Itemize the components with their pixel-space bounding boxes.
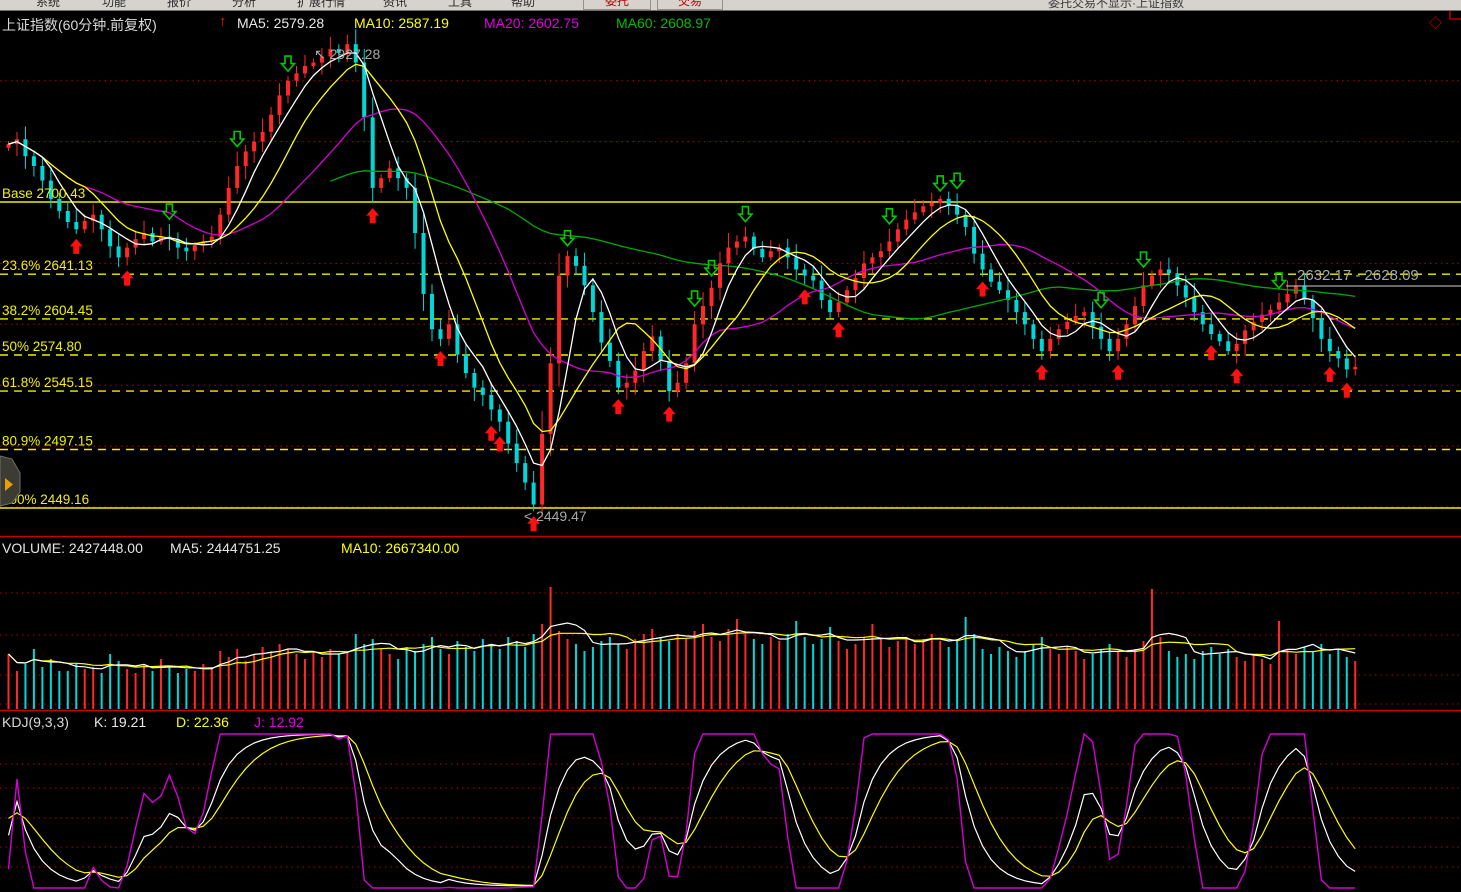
sell-arrow: [231, 132, 244, 147]
volume-gridlines: [0, 593, 1461, 704]
buy-arrow: [798, 289, 811, 304]
menu-item-1[interactable]: 功能: [102, 0, 126, 10]
svg-text:80.9% 2497.15: 80.9% 2497.15: [2, 434, 93, 449]
svg-text:50% 2574.80: 50% 2574.80: [2, 339, 82, 354]
menu-item-7[interactable]: 帮助: [511, 0, 535, 10]
buy-arrow: [832, 322, 845, 337]
kdj-params-label: KDJ(9,3,3): [2, 714, 69, 730]
ma10-value-label: MA10: 2587.19: [354, 15, 449, 31]
sell-arrow: [1273, 273, 1286, 288]
kdj-pane-title: KDJ(9,3,3) K: 19.21 D: 22.36 J: 12.92: [0, 714, 1461, 732]
buy-arrow: [70, 239, 83, 254]
sell-arrow: [282, 56, 295, 71]
sell-arrow: [688, 291, 701, 306]
menu-item-3[interactable]: 分析: [232, 0, 256, 10]
menu-red-button-0[interactable]: 委托: [583, 0, 651, 10]
sell-arrow: [739, 207, 752, 222]
candlesticks: [7, 29, 1358, 517]
buy-arrow: [1323, 367, 1336, 382]
volume-bars: [9, 587, 1356, 709]
annotations: ↖ 2927.28 < 2449.47 2632.17 - 2628.09: [314, 46, 1461, 524]
svg-text:< 2449.47: < 2449.47: [524, 508, 587, 524]
buy-arrow: [485, 426, 498, 441]
volume-ma10-label: MA10: 2667340.00: [341, 540, 459, 556]
fibonacci-labels: Base 2700.43 23.6% 2641.13 38.2% 2604.45 50…: [2, 186, 93, 507]
sell-arrow: [1137, 252, 1150, 267]
volume-ma5-line: [9, 623, 1356, 669]
price-gridlines: [0, 81, 1461, 507]
instrument-title: 上证指数(60分钟.前复权): [2, 15, 157, 35]
volume-ma5-label: MA5: 2444751.25: [170, 540, 281, 556]
sell-arrow: [883, 209, 896, 224]
buy-arrow: [434, 351, 447, 366]
ma20-line: [9, 109, 1356, 377]
buy-arrow: [1205, 345, 1218, 360]
buy-arrow: [366, 208, 379, 223]
menu-item-6[interactable]: 工具: [448, 0, 472, 10]
menu-bar: 委托交易不显示·上证指数 系统 功能 报价 分析 扩展行情 资讯 工具 帮助 委托交易: [0, 0, 1461, 11]
volume-pane-title: VOLUME: 2427448.00 MA5: 2444751.25 MA10:…: [0, 540, 1461, 558]
pane-separators: [0, 537, 1461, 711]
diamond-icon[interactable]: ◇: [1429, 12, 1442, 32]
menu-item-4[interactable]: 扩展行情: [297, 0, 345, 10]
kdj-d-label: D: 22.36: [176, 714, 229, 730]
buy-arrow: [1035, 365, 1048, 380]
buy-arrow: [612, 399, 625, 414]
svg-text:23.6% 2641.13: 23.6% 2641.13: [2, 258, 93, 273]
menu-item-5[interactable]: 资讯: [383, 0, 407, 10]
chart-canvas: Base 2700.43 23.6% 2641.13 38.2% 2604.45 50…: [0, 0, 1461, 892]
kdj-j-label: J: 12.92: [254, 714, 304, 730]
trading-app-window: { "menu_bar": { "items": [ {"label":"系统"…: [0, 0, 1461, 892]
sell-arrow: [1095, 293, 1108, 308]
buy-arrow: [976, 282, 989, 297]
up-arrow-icon: ↑: [219, 13, 227, 30]
buy-arrow: [1112, 365, 1125, 380]
volume-ma10-line: [9, 633, 1356, 668]
sell-arrow: [705, 261, 718, 276]
svg-text:61.8% 2545.15: 61.8% 2545.15: [2, 375, 93, 390]
buy-arrow: [1230, 368, 1243, 383]
buy-arrow: [121, 271, 134, 286]
svg-text:Base 2700.43: Base 2700.43: [2, 186, 85, 201]
ma60-value-label: MA60: 2608.97: [616, 15, 711, 31]
chart-title-bar: 上证指数(60分钟.前复权) ↑ MA5: 2579.28 MA10: 2587…: [0, 13, 1461, 33]
kdj-k-label: K: 19.21: [94, 714, 146, 730]
ma5-line: [9, 53, 1356, 466]
volume-value-label: VOLUME: 2427448.00: [2, 540, 143, 556]
menu-item-2[interactable]: 报价: [167, 0, 191, 10]
ma5-value-label: MA5: 2579.28: [237, 15, 324, 31]
kdj-k-line: [9, 734, 1356, 886]
menu-right-text: 委托交易不显示·上证指数: [1048, 0, 1184, 11]
svg-text:↖ 2927.28: ↖ 2927.28: [314, 46, 380, 62]
menu-item-0[interactable]: 系统: [36, 0, 60, 10]
ma10-line: [9, 64, 1356, 431]
sell-arrow: [934, 176, 947, 191]
buy-arrow: [663, 407, 676, 422]
svg-text:38.2% 2604.45: 38.2% 2604.45: [2, 303, 93, 318]
svg-text:2632.17 - 2628.09: 2632.17 - 2628.09: [1297, 267, 1419, 284]
menu-red-button-1[interactable]: 交易: [657, 0, 723, 10]
ma20-value-label: MA20: 2602.75: [484, 15, 579, 31]
sell-arrow: [163, 204, 176, 219]
sell-arrow: [951, 173, 964, 188]
sell-arrow: [561, 231, 574, 246]
